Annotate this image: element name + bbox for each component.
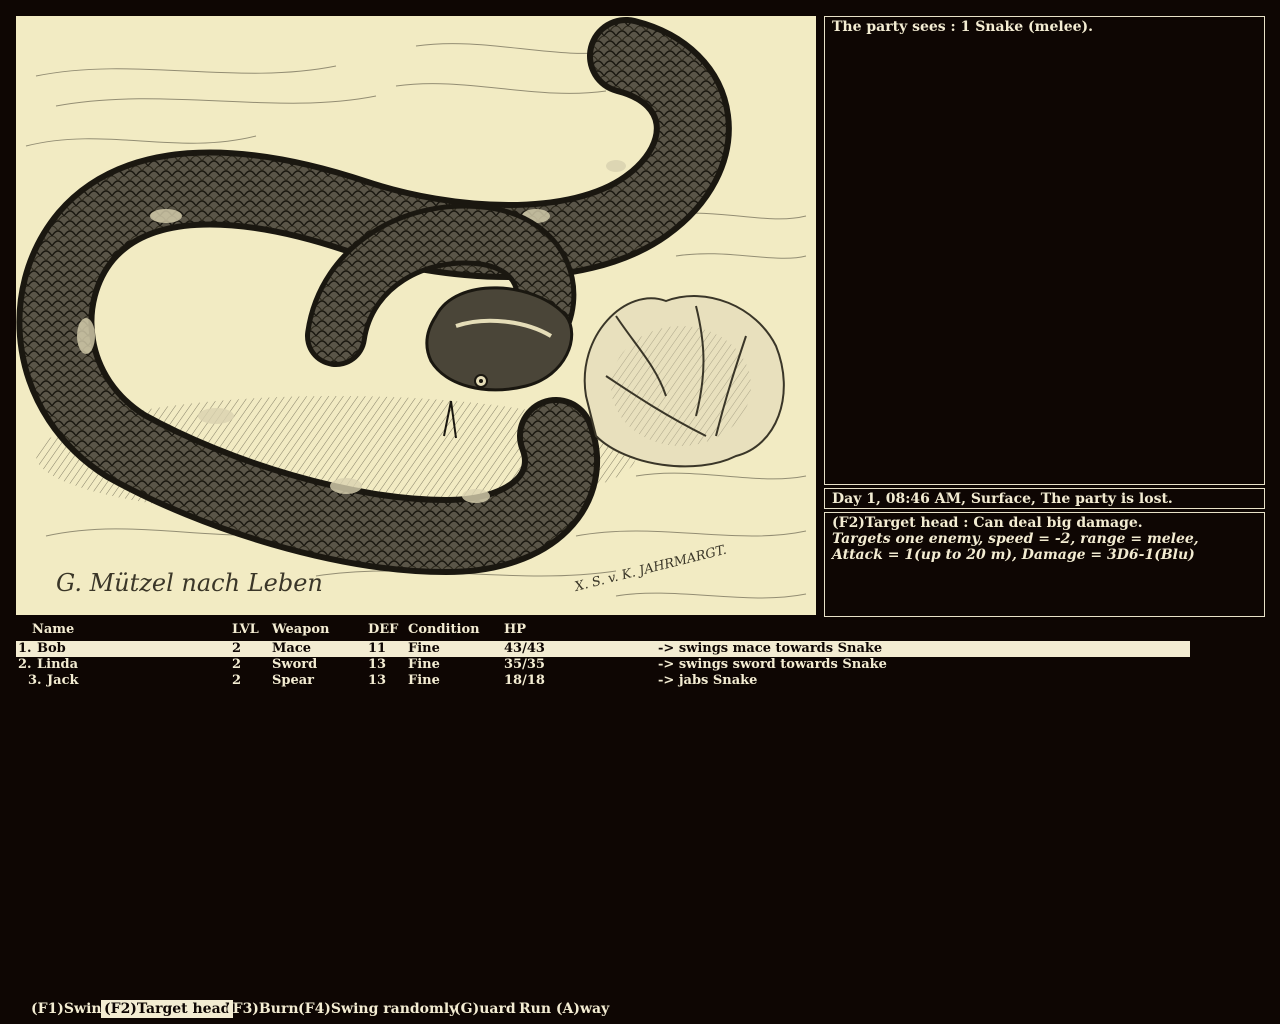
roster-header: Name LVL Weapon DEF Condition HP bbox=[16, 622, 1190, 638]
member-hp: 18/18 bbox=[504, 673, 545, 688]
member-lvl: 2 bbox=[232, 657, 242, 672]
member-index: 2. bbox=[18, 657, 32, 672]
member-index: 3. bbox=[28, 673, 42, 688]
command-target-head[interactable]: (F2)Target head bbox=[101, 1000, 234, 1018]
action-info-panel: (F2)Target head : Can deal big damage. T… bbox=[824, 512, 1265, 617]
member-condition: Fine bbox=[408, 641, 440, 656]
party-member-row[interactable]: 1. Bob 2 Mace 11 Fine 43/43 -> swings ma… bbox=[16, 641, 1190, 657]
member-condition: Fine bbox=[408, 673, 440, 688]
member-action: -> jabs Snake bbox=[658, 673, 758, 688]
member-weapon: Spear bbox=[272, 673, 315, 688]
command-burn[interactable]: (F3)Burn bbox=[223, 1000, 302, 1018]
member-name: Bob bbox=[37, 641, 66, 656]
member-def: 11 bbox=[368, 641, 387, 656]
message-log-panel: The party sees : 1 Snake (melee). bbox=[824, 16, 1265, 485]
command-swing-randomly[interactable]: (F4)Swing randomly bbox=[295, 1000, 460, 1018]
command-run-away[interactable]: Run (A)way bbox=[516, 1000, 612, 1018]
header-condition: Condition bbox=[408, 622, 480, 637]
member-index: 1. bbox=[18, 641, 32, 656]
status-panel: Day 1, 08:46 AM, Surface, The party is l… bbox=[824, 488, 1265, 509]
artist-signature: G. Mützel nach Leben bbox=[56, 569, 323, 597]
encounter-message: The party sees : 1 Snake (melee). bbox=[832, 19, 1094, 35]
action-info-line-1: (F2)Target head : Can deal big damage. bbox=[832, 515, 1143, 531]
command-guard[interactable]: (G)uard bbox=[451, 1000, 519, 1018]
member-def: 13 bbox=[368, 673, 387, 688]
member-def: 13 bbox=[368, 657, 387, 672]
status-line: Day 1, 08:46 AM, Surface, The party is l… bbox=[832, 491, 1173, 507]
header-def: DEF bbox=[368, 622, 399, 637]
party-member-row[interactable]: 2. Linda 2 Sword 13 Fine 35/35 -> swings… bbox=[16, 657, 1190, 673]
member-action: -> swings sword towards Snake bbox=[658, 657, 887, 672]
party-roster: Name LVL Weapon DEF Condition HP 1. Bob … bbox=[16, 622, 1190, 692]
engraver-signature: X. S. v. K. JAHRMARGT. bbox=[572, 543, 728, 595]
member-lvl: 2 bbox=[232, 641, 242, 656]
member-action: -> swings mace towards Snake bbox=[658, 641, 883, 656]
party-member-row[interactable]: 3. Jack 2 Spear 13 Fine 18/18 -> jabs Sn… bbox=[16, 673, 1190, 689]
member-weapon: Sword bbox=[272, 657, 318, 672]
action-info-line-2: Targets one enemy, speed = -2, range = m… bbox=[832, 531, 1199, 547]
action-info-line-3: Attack = 1(up to 20 m), Damage = 3D6-1(B… bbox=[832, 547, 1195, 563]
encounter-illustration: G. Mützel nach Leben X. S. v. K. JAHRMAR… bbox=[16, 16, 816, 615]
header-weapon: Weapon bbox=[272, 622, 330, 637]
header-hp: HP bbox=[504, 622, 527, 637]
member-hp: 35/35 bbox=[504, 657, 545, 672]
member-condition: Fine bbox=[408, 657, 440, 672]
member-lvl: 2 bbox=[232, 673, 242, 688]
header-name: Name bbox=[32, 622, 75, 637]
member-weapon: Mace bbox=[272, 641, 311, 656]
member-hp: 43/43 bbox=[504, 641, 545, 656]
member-name: Jack bbox=[47, 673, 79, 688]
member-name: Linda bbox=[37, 657, 79, 672]
header-lvl: LVL bbox=[232, 622, 259, 637]
